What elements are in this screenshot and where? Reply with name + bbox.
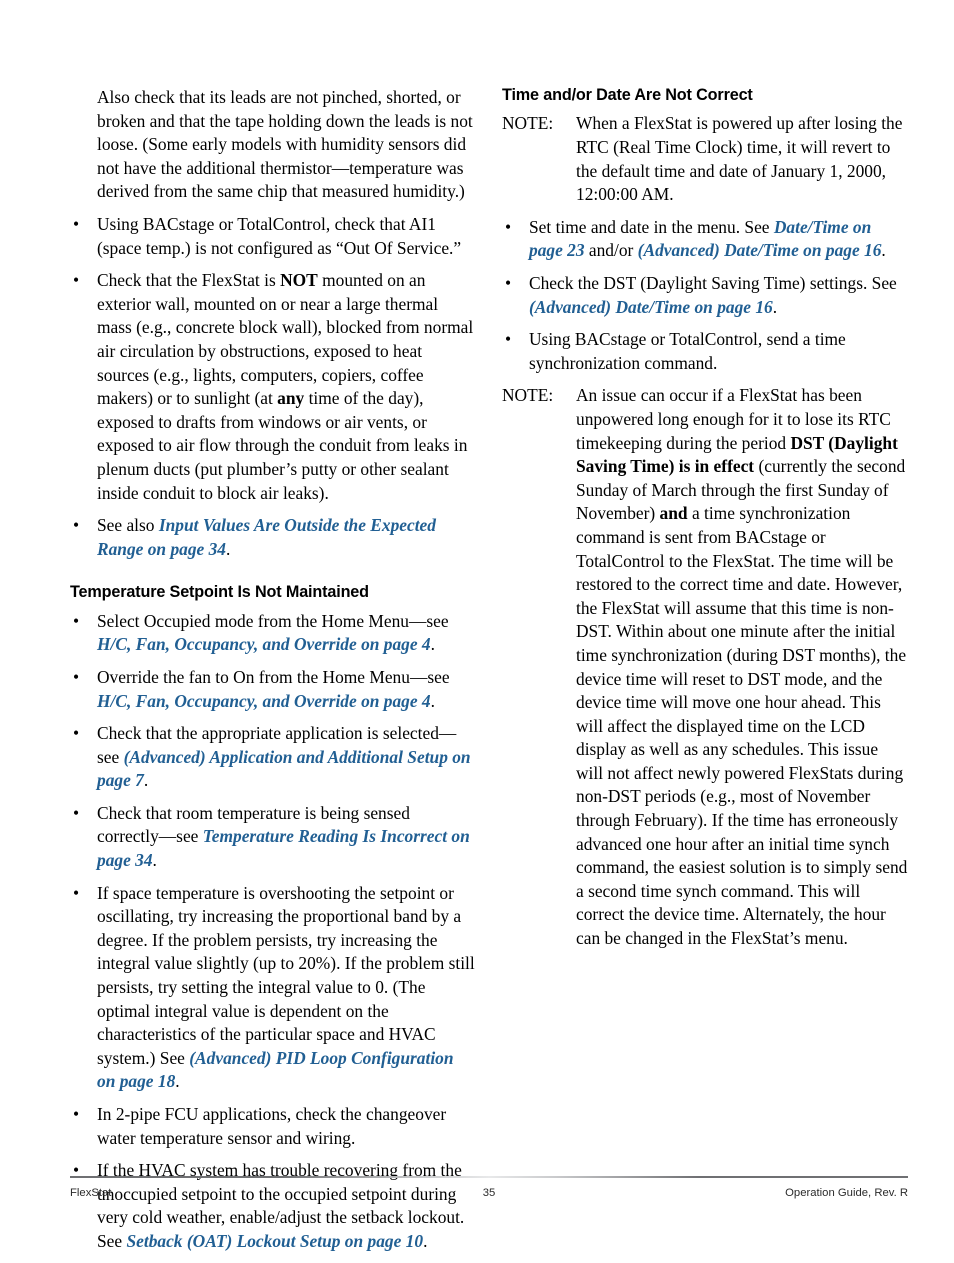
body-text: . [143,770,149,791]
list-item-text: Override the fan to On from the Home Men… [97,667,450,711]
list-item: • Set time and date in the menu. See Date… [502,216,908,263]
body-text: If space temperature is overshooting the… [97,882,475,1068]
list-item: • If space temperature is overshooting th… [70,882,476,1094]
list-item-text: Set time and date in the menu. See Date/… [529,217,886,261]
page-number: 35 [482,1187,496,1199]
body-text: See also [97,515,159,536]
bullet-icon: • [73,802,80,823]
footer-guide-revision: Operation Guide, Rev. R [785,1187,908,1199]
list-item-text: Using BACstage or TotalControl, check th… [97,214,461,258]
list-item-text: If the HVAC system has trouble recoverin… [97,1160,464,1251]
body-text: . [881,240,886,261]
footer-row: FlexStat 35 Operation Guide, Rev. R [70,1187,908,1205]
cross-reference-link[interactable]: Setback (OAT) Lockout Setup on page 10 [126,1231,423,1251]
list-item-text: Using BACstage or TotalControl, send a t… [529,329,846,373]
body-text: Check the DST (Daylight Saving Time) set… [529,273,897,293]
note-block-rtc-default: NOTE: When a FlexStat is powered up afte… [502,112,908,206]
bullet-icon: • [505,329,512,350]
list-item: • Check that room temperature is being se… [70,802,476,873]
bullet-icon: • [73,213,80,234]
body-text: . [772,296,778,317]
list-item: • Using BACstage or TotalControl, send a … [502,328,908,375]
list-item: • See also Input Values Are Outside the E… [70,514,476,561]
list-item-text: Check that room temperature is being sen… [97,803,470,870]
bullet-icon: • [73,882,80,903]
bullet-icon: • [73,1104,80,1124]
list-item: • Check the DST (Daylight Saving Time) se… [502,272,908,319]
list-item-text: Check that the FlexStat is NOT mounted o… [97,270,473,502]
cross-reference-link[interactable]: (Advanced) Date/Time on page 16 [529,297,773,317]
cross-reference-link[interactable]: H/C, Fan, Occupancy, and Override on pag… [97,691,431,711]
list-item-text: See also Input Values Are Outside the Ex… [97,515,436,559]
right-column: Time and/or Date Are Not Correct NOTE: W… [502,86,908,1263]
list-item-text: Select Occupied mode from the Home Menu—… [97,611,449,655]
body-text: . [423,1230,428,1251]
list-item: • Using BACstage or TotalControl, check t… [70,213,476,260]
body-text: . [430,690,435,711]
body-text: In 2-pipe FCU applications, check the ch… [97,1104,447,1148]
list-item: • If the HVAC system has trouble recoveri… [70,1159,476,1253]
bullet-icon: • [505,273,512,293]
note-block-dst-issue: NOTE: An issue can occur if a FlexStat h… [502,384,908,950]
page-title-time-date: Time and/or Date Are Not Correct [502,86,753,104]
body-text: Override the fan to On from the Home Men… [97,666,450,687]
footer-divider [70,1176,908,1178]
list-item-text: In 2-pipe FCU applications, check the ch… [97,1104,446,1148]
page-footer: FlexStat 35 Operation Guide, Rev. R [70,1176,908,1205]
bullet-icon: • [73,610,80,631]
emphasis-text: NOT [280,270,318,291]
body-text: a time synchronization command is sent f… [576,503,908,949]
left-bullet-list-top: • Using BACstage or TotalControl, check t… [70,213,476,561]
body-text: and/or [584,240,638,261]
bullet-icon: • [73,723,80,744]
body-text: . [226,538,231,559]
list-item-text: Check that the appropriate application i… [97,723,471,790]
two-column-body: Also check that its leads are not pinche… [70,86,908,1263]
body-text: Check that the FlexStat is [97,270,281,291]
list-item: • Select Occupied mode from the Home Menu… [70,610,476,657]
bullet-icon: • [73,515,80,536]
body-text: . [430,634,435,655]
left-column: Also check that its leads are not pinche… [70,86,476,1263]
body-text: Select Occupied mode from the Home Menu—… [97,610,449,631]
left-bullet-list-setpoint: • Select Occupied mode from the Home Menu… [70,610,476,1254]
list-item: • Override the fan to On from the Home Me… [70,666,476,713]
note-label: NOTE: [502,113,554,134]
emphasis-text: any [277,388,305,409]
document-page: Also check that its leads are not pinche… [0,0,954,1251]
body-text: . [152,850,157,871]
right-bullet-list: • Set time and date in the menu. See Date… [502,216,908,376]
body-text: Using BACstage or TotalControl, check th… [97,213,462,258]
cross-reference-link[interactable]: (Advanced) Application and Additional Se… [97,747,471,791]
body-text: Using BACstage or TotalControl, send a t… [529,329,846,373]
bullet-icon: • [505,216,512,237]
body-text: Set time and date in the menu. See [529,216,774,237]
note-text: An issue can occur if a FlexStat has bee… [576,385,907,948]
cross-reference-link[interactable]: (Advanced) Date/Time on page 16 [638,240,882,260]
page-title-temperature-setpoint: Temperature Setpoint Is Not Maintained [70,583,369,602]
list-item: • Check that the appropriate application … [70,722,476,793]
bullet-icon: • [73,270,80,291]
list-item-text: If space temperature is overshooting the… [97,883,475,1092]
list-item: • In 2-pipe FCU applications, check the c… [70,1103,476,1150]
continuation-paragraph: Also check that its leads are not pinche… [97,87,473,202]
list-item-text: Check the DST (Daylight Saving Time) set… [529,273,897,317]
cross-reference-link[interactable]: H/C, Fan, Occupancy, and Override on pag… [97,634,431,654]
body-text: . [175,1071,180,1092]
emphasis-text: and [659,503,688,524]
bullet-icon: • [73,666,80,687]
note-text: When a FlexStat is powered up after losi… [576,113,903,205]
list-item: • Check that the FlexStat is NOT mounted … [70,269,476,505]
note-label: NOTE: [502,385,554,406]
